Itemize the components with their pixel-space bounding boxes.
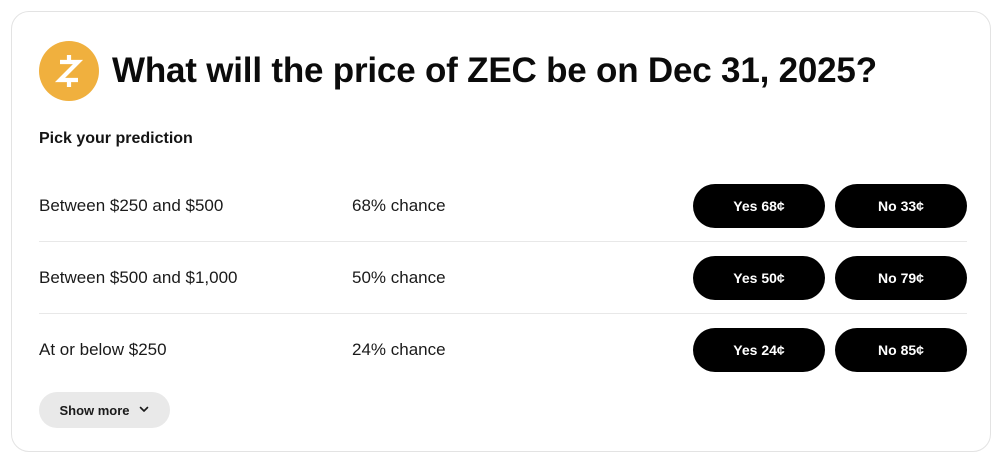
outcome-buttons: Yes 24¢ No 85¢ — [693, 327, 967, 372]
outcome-row: At or below $250 24% chance Yes 24¢ No 8… — [39, 314, 967, 385]
buy-no-button[interactable]: No 85¢ — [835, 327, 967, 372]
outcome-buttons: Yes 50¢ No 79¢ — [693, 255, 967, 300]
market-title: What will the price of ZEC be on Dec 31,… — [112, 51, 877, 90]
outcome-row: Between $500 and $1,000 50% chance Yes 5… — [39, 242, 967, 314]
buy-yes-button[interactable]: Yes 24¢ — [693, 327, 825, 372]
outcome-range: At or below $250 — [39, 339, 167, 359]
outcome-range: Between $250 and $500 — [39, 195, 224, 215]
show-more-label: Show more — [59, 402, 130, 418]
chevron-down-icon — [138, 403, 150, 418]
outcome-list: Between $250 and $500 68% chance Yes 68¢… — [39, 170, 967, 385]
buy-yes-button[interactable]: Yes 68¢ — [693, 183, 825, 228]
market-header: What will the price of ZEC be on Dec 31,… — [39, 41, 877, 101]
buy-no-button[interactable]: No 33¢ — [835, 183, 967, 228]
outcome-chance: 68% chance — [352, 195, 446, 215]
market-card: What will the price of ZEC be on Dec 31,… — [11, 11, 991, 452]
outcome-row: Between $250 and $500 68% chance Yes 68¢… — [39, 170, 967, 242]
show-more-button[interactable]: Show more — [39, 392, 170, 428]
buy-yes-button[interactable]: Yes 50¢ — [693, 255, 825, 300]
buy-no-button[interactable]: No 79¢ — [835, 255, 967, 300]
outcome-buttons: Yes 68¢ No 33¢ — [693, 183, 967, 228]
zcash-coin-icon — [39, 41, 99, 101]
pick-prediction-label: Pick your prediction — [39, 130, 193, 147]
outcome-chance: 50% chance — [352, 267, 446, 287]
outcome-range: Between $500 and $1,000 — [39, 267, 238, 287]
outcome-chance: 24% chance — [352, 339, 446, 359]
